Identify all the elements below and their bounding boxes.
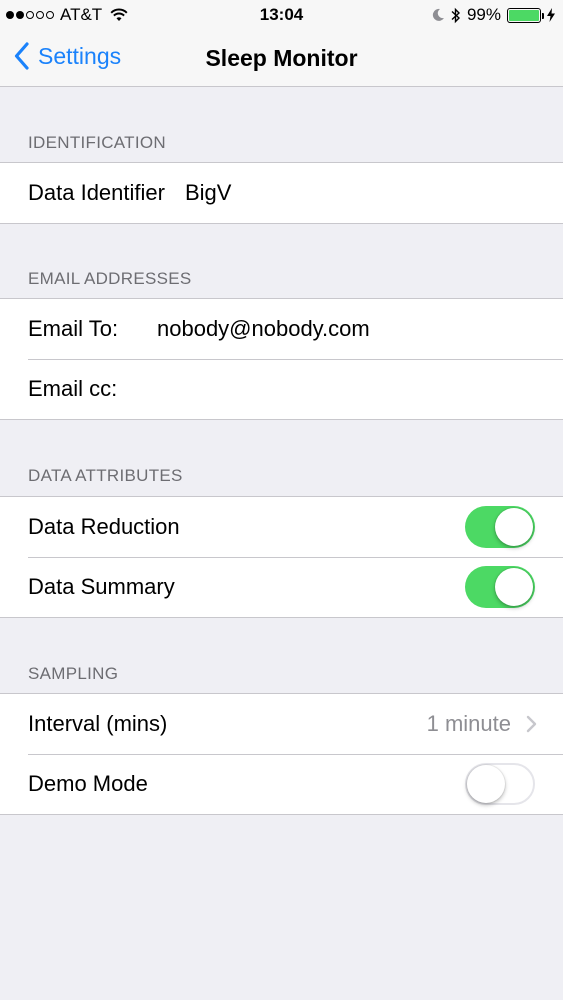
bluetooth-icon: [451, 7, 460, 23]
status-right: 99%: [431, 5, 555, 25]
interval-value: 1 minute: [426, 711, 511, 736]
battery-icon: [507, 7, 544, 23]
chevron-right-icon: [526, 715, 537, 733]
data-identifier-field[interactable]: BigV: [185, 180, 231, 206]
data-summary-row: Data Summary: [0, 557, 563, 617]
section-header-sampling: SAMPLING: [28, 664, 119, 683]
email-group: Email To: nobody@nobody.com Email cc:: [0, 298, 563, 420]
moon-icon: [432, 8, 444, 21]
battery-fill: [509, 9, 539, 21]
section-header-email: EMAIL ADDRESSES: [28, 269, 192, 288]
toggle-knob: [467, 765, 505, 803]
data-reduction-toggle[interactable]: [465, 506, 535, 548]
data-summary-label: Data Summary: [28, 574, 175, 599]
email-cc-row[interactable]: Email cc:: [0, 359, 563, 419]
page-title: Sleep Monitor: [205, 45, 358, 71]
email-to-label: Email To:: [28, 316, 119, 341]
data-reduction-label: Data Reduction: [28, 514, 180, 539]
email-to-field[interactable]: nobody@nobody.com: [157, 316, 370, 342]
navigation-bar: Settings Sleep Monitor: [0, 30, 563, 87]
email-cc-label: Email cc:: [28, 376, 118, 401]
demo-mode-toggle[interactable]: [465, 763, 535, 805]
toggle-knob: [495, 568, 533, 606]
demo-mode-row: Demo Mode: [0, 754, 563, 814]
demo-mode-label: Demo Mode: [28, 771, 148, 796]
battery-cap: [542, 12, 544, 19]
section-header-identification: IDENTIFICATION: [28, 133, 166, 152]
battery-percentage: 99%: [466, 5, 501, 24]
section-header-data-attributes: DATA ATTRIBUTES: [28, 466, 183, 485]
data-identifier-label: Data Identifier: [28, 180, 165, 205]
sampling-group: Interval (mins) 1 minute Demo Mode: [0, 693, 563, 815]
data-attributes-group: Data Reduction Data Summary: [0, 496, 563, 618]
data-summary-toggle[interactable]: [465, 566, 535, 608]
email-to-row[interactable]: Email To: nobody@nobody.com: [0, 299, 563, 359]
interval-row[interactable]: Interval (mins) 1 minute: [0, 694, 563, 754]
data-reduction-row: Data Reduction: [0, 497, 563, 557]
data-identifier-row[interactable]: Data Identifier BigV: [0, 163, 563, 223]
interval-label: Interval (mins): [28, 711, 168, 736]
toggle-knob: [495, 508, 533, 546]
charging-bolt-icon: [547, 8, 555, 22]
status-bar: AT&T 13:04 99%: [0, 0, 563, 30]
identification-group: Data Identifier BigV: [0, 162, 563, 224]
